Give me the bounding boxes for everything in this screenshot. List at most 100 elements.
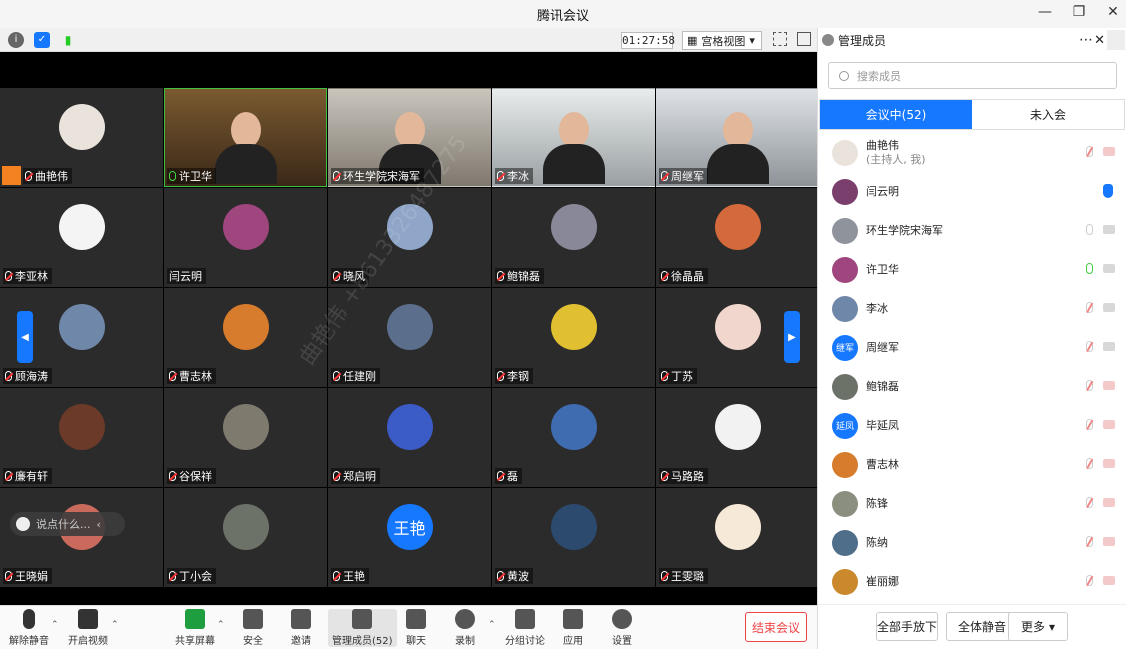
video-tile[interactable]: 磊	[492, 388, 655, 487]
end-meeting-button[interactable]: 结束会议	[745, 612, 807, 642]
member-row[interactable]: 陈锋	[818, 484, 1126, 523]
camera-icon[interactable]	[1103, 381, 1115, 390]
tab-in-meeting[interactable]: 会议中(52)	[820, 100, 972, 129]
restore-icon[interactable]: ❐	[1072, 4, 1086, 20]
info-icon[interactable]: i	[8, 31, 24, 48]
video-tile[interactable]: 廉有轩	[0, 388, 163, 487]
record-button[interactable]: 录制	[455, 609, 475, 647]
mic-off-icon[interactable]	[1086, 497, 1093, 508]
chat-button[interactable]: 聊天	[406, 609, 426, 647]
mic-off-icon[interactable]	[1086, 419, 1093, 430]
chevron-left-icon[interactable]: ‹	[97, 518, 101, 531]
camera-icon[interactable]	[1103, 264, 1115, 273]
camera-icon[interactable]	[1103, 225, 1115, 234]
close-icon[interactable]: ✕	[1094, 33, 1105, 48]
camera-icon[interactable]	[1103, 498, 1115, 507]
member-row[interactable]: 环生学院宋海军	[818, 211, 1126, 250]
member-row[interactable]: 鲍锦磊	[818, 367, 1126, 406]
video-tile[interactable]: 徐晶晶	[656, 188, 819, 287]
video-tile[interactable]: 晓风	[328, 188, 491, 287]
emoji-icon[interactable]	[16, 517, 30, 531]
video-tile[interactable]: 丁小会	[164, 488, 327, 587]
next-page-button[interactable]: ▶	[784, 311, 800, 363]
close-icon[interactable]: ✕	[1106, 4, 1120, 20]
chevron-up-icon[interactable]: ⌃	[217, 620, 225, 630]
video-tile[interactable]: 王雯璐	[656, 488, 819, 587]
more-button[interactable]: 更多 ▾	[1008, 612, 1068, 641]
video-tile[interactable]: 李亚林	[0, 188, 163, 287]
invite-button[interactable]: 邀请	[291, 609, 311, 647]
menu-icon[interactable]	[1107, 30, 1125, 50]
mic-off-icon[interactable]	[1086, 458, 1093, 469]
video-tile[interactable]: 周继军	[656, 88, 819, 187]
fullscreen-icon[interactable]	[773, 32, 787, 46]
video-tile[interactable]: 曲艳伟	[0, 88, 163, 187]
video-tile[interactable]: 曹志林	[164, 288, 327, 387]
video-grid: 曲艳伟 许卫华 环生学院宋海军 李冰 周继军李亚林 闫云明 晓风 鲍锦磊 徐晶晶顾海涛 曹志林 任建…	[0, 88, 819, 587]
raised-hand-icon[interactable]	[1103, 184, 1113, 198]
participant-nametag: 顾海涛	[3, 368, 52, 384]
mic-off-icon[interactable]	[1086, 224, 1093, 235]
member-row[interactable]: 陈纳	[818, 523, 1126, 562]
video-tile[interactable]: 环生学院宋海军	[328, 88, 491, 187]
camera-icon[interactable]	[1103, 342, 1115, 351]
mic-off-icon[interactable]	[1086, 302, 1093, 313]
video-tile[interactable]: 王晓娟	[0, 488, 163, 587]
tab-not-joined[interactable]: 未入会	[972, 100, 1124, 129]
manage-members-button[interactable]: 管理成员(52)	[328, 609, 397, 647]
shield-icon[interactable]: ✓	[34, 31, 50, 48]
video-tile[interactable]: 闫云明	[164, 188, 327, 287]
mic-off-icon[interactable]	[1086, 341, 1093, 352]
unmute-button[interactable]: 解除静音	[9, 609, 49, 647]
video-tile[interactable]: 王艳 王艳	[328, 488, 491, 587]
member-row[interactable]: 曹志林	[818, 445, 1126, 484]
lower-all-hands-button[interactable]: 全部手放下	[876, 612, 938, 641]
share-screen-button[interactable]: 共享屏幕	[175, 609, 215, 647]
video-tile[interactable]: 谷保祥	[164, 388, 327, 487]
video-button[interactable]: 开启视频	[68, 609, 108, 647]
member-row[interactable]: 曲艳伟 (主持人, 我)	[818, 133, 1126, 172]
breakout-button[interactable]: 分组讨论	[505, 609, 545, 647]
mic-off-icon[interactable]	[1086, 536, 1093, 547]
video-tile[interactable]: 马路路	[656, 388, 819, 487]
security-button[interactable]: 安全	[243, 609, 263, 647]
minimize-icon[interactable]: —	[1038, 4, 1052, 20]
apps-button[interactable]: 应用	[563, 609, 583, 647]
member-row[interactable]: 许卫华	[818, 250, 1126, 289]
video-tile[interactable]: 李冰	[492, 88, 655, 187]
mic-off-icon[interactable]	[1086, 380, 1093, 391]
signal-icon[interactable]: ▮	[60, 32, 76, 48]
camera-icon[interactable]	[1103, 147, 1115, 156]
camera-icon[interactable]	[1103, 576, 1115, 585]
chevron-up-icon[interactable]: ⌃	[111, 620, 119, 630]
view-selector[interactable]: ▦ 宫格视图 ▾	[682, 31, 762, 50]
member-row[interactable]: 继军 周继军	[818, 328, 1126, 367]
video-tile[interactable]: 郑启明	[328, 388, 491, 487]
member-row[interactable]: 延凤 毕延凤	[818, 406, 1126, 445]
search-input[interactable]: 搜索成员	[828, 62, 1117, 89]
video-tile[interactable]: 李钢	[492, 288, 655, 387]
camera-icon[interactable]	[1103, 420, 1115, 429]
settings-button[interactable]: 设置	[612, 609, 632, 647]
quick-chat[interactable]: 说点什么... ‹	[10, 512, 125, 536]
mic-on-icon[interactable]	[1086, 263, 1093, 274]
video-tile[interactable]: 黄波	[492, 488, 655, 587]
camera-icon[interactable]	[1103, 303, 1115, 312]
video-tile[interactable]: 许卫华	[164, 88, 327, 187]
video-tile[interactable]: 任建刚	[328, 288, 491, 387]
chevron-up-icon[interactable]: ⌃	[488, 620, 496, 630]
chevron-up-icon[interactable]: ⌃	[51, 620, 59, 630]
mic-off-icon[interactable]	[1086, 146, 1093, 157]
camera-icon[interactable]	[1103, 459, 1115, 468]
camera-icon[interactable]	[1103, 537, 1115, 546]
video-tile[interactable]: 鲍锦磊	[492, 188, 655, 287]
more-icon[interactable]: ⋯	[1079, 32, 1093, 48]
avatar	[58, 304, 105, 350]
sidebar-toggle-icon[interactable]	[797, 32, 811, 46]
member-row[interactable]: 闫云明	[818, 172, 1126, 211]
member-row[interactable]: 李冰	[818, 289, 1126, 328]
member-name: 许卫华	[866, 262, 899, 276]
mic-off-icon[interactable]	[1086, 575, 1093, 586]
member-row[interactable]: 崔丽娜	[818, 562, 1126, 601]
prev-page-button[interactable]: ◀	[17, 311, 33, 363]
